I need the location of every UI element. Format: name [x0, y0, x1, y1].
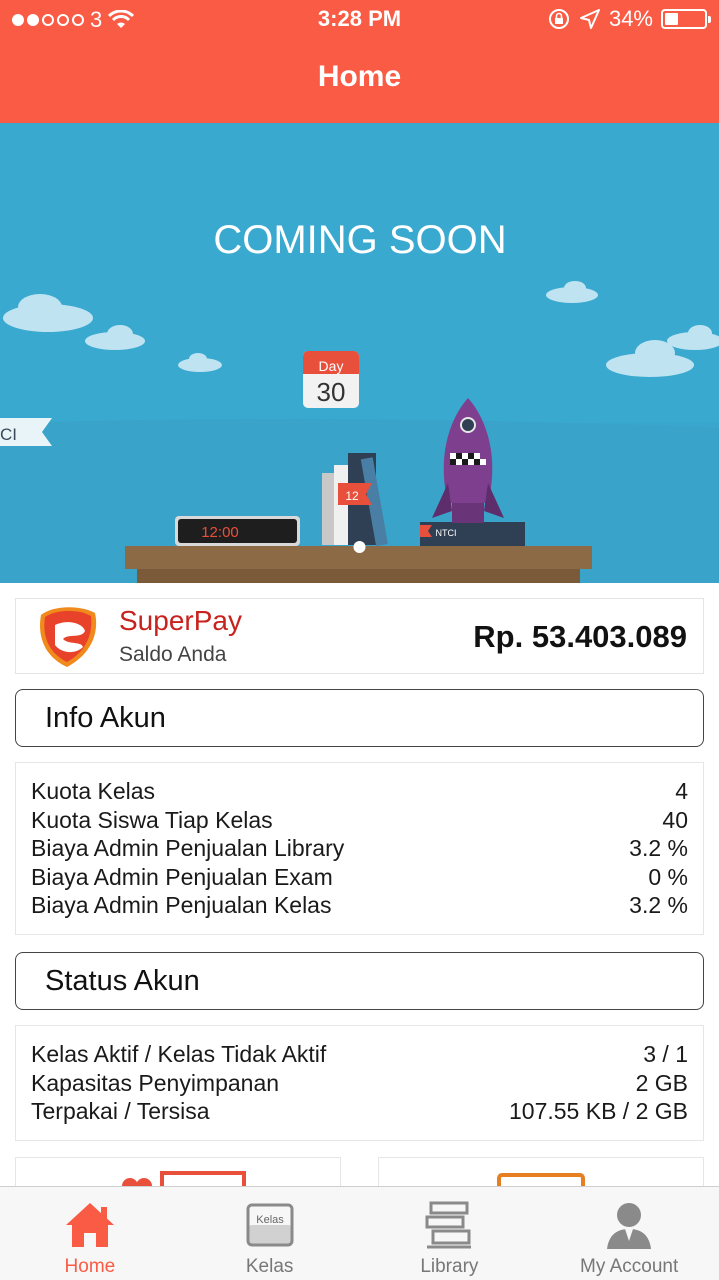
status-row-value: 3 / 1 — [643, 1041, 688, 1067]
superpay-logo-icon — [40, 607, 97, 667]
superpay-subtitle: Saldo Anda — [119, 643, 227, 666]
battery-icon — [661, 9, 711, 29]
status-akun-title: Status Akun — [45, 965, 200, 997]
info-akun-title: Info Akun — [45, 702, 166, 734]
calendar-icon: Day 30 — [303, 351, 359, 408]
kelas-icon-text: Kelas — [256, 1214, 284, 1226]
info-row-label: Kuota Kelas — [31, 778, 156, 804]
digital-clock: 12:00 — [175, 516, 300, 546]
superpay-name: SuperPay — [119, 605, 242, 636]
status-bar: 3 3:28 PM 34% — [0, 0, 719, 40]
tab-library[interactable]: Library — [360, 1187, 540, 1280]
status-row-label: Terpakai / Tersisa — [31, 1098, 210, 1125]
info-row-label: Kuota Siswa Tiap Kelas — [31, 806, 273, 833]
library-icon — [425, 1201, 472, 1249]
book-tag: 12 — [345, 489, 359, 503]
info-row: Biaya Admin Penjualan Kelas 3.2 % — [31, 891, 688, 920]
status-row: Terpakai / Tersisa 107.55 KB / 2 GB — [31, 1097, 688, 1126]
kelas-icon: Kelas — [246, 1203, 294, 1247]
flag-text: CI — [0, 425, 17, 444]
tab-label: Home — [64, 1256, 116, 1277]
clock-text: 12:00 — [201, 524, 239, 541]
tab-label: Library — [420, 1256, 479, 1277]
box: NTCI — [420, 522, 525, 546]
info-row: Biaya Admin Penjualan Exam 0 % — [31, 863, 688, 892]
superpay-balance: Rp. 53.403.089 — [473, 619, 687, 654]
superpay-card[interactable]: SuperPay Saldo Anda Rp. 53.403.089 — [15, 598, 704, 674]
info-row-label: Biaya Admin Penjualan Library — [31, 835, 345, 862]
calendar-label: Day — [319, 358, 344, 374]
status-row-value: 107.55 KB / 2 GB — [508, 1098, 688, 1125]
account-icon — [607, 1203, 652, 1249]
tab-label: My Account — [580, 1256, 679, 1277]
status-row: Kelas Aktif / Kelas Tidak Aktif 3 / 1 — [31, 1040, 688, 1069]
top-bar: 3 3:28 PM 34% Home — [0, 0, 719, 123]
promo-banner[interactable]: COMING SOON Day 30 CI 12:00 12 NTCI — [0, 123, 719, 583]
info-row-value: 40 — [662, 806, 688, 833]
status-akun-box: Kelas Aktif / Kelas Tidak Aktif 3 / 1 Ka… — [15, 1025, 704, 1141]
tab-bar: Home Kelas Kelas Library My Account — [0, 1186, 719, 1280]
status-row: Kapasitas Penyimpanan 2 GB — [31, 1069, 688, 1098]
info-row: Kuota Kelas 4 — [31, 777, 688, 806]
status-row-label: Kelas Aktif / Kelas Tidak Aktif — [31, 1041, 327, 1067]
info-row-value: 0 % — [648, 863, 688, 890]
tab-kelas[interactable]: Kelas Kelas — [180, 1187, 360, 1280]
battery-percent: 34% — [608, 6, 653, 31]
info-row-label: Biaya Admin Penjualan Exam — [31, 863, 333, 890]
info-row: Biaya Admin Penjualan Library 3.2 % — [31, 834, 688, 863]
calendar-day: 30 — [317, 377, 346, 407]
status-right: 34% — [547, 6, 711, 32]
tab-label: Kelas — [245, 1256, 294, 1277]
info-akun-header[interactable]: Info Akun — [15, 689, 704, 747]
info-row-value: 4 — [675, 778, 688, 804]
tab-home[interactable]: Home — [0, 1187, 180, 1280]
banner-headline: COMING SOON — [213, 218, 506, 262]
home-icon — [65, 1203, 114, 1247]
info-akun-box: Kuota Kelas 4 Kuota Siswa Tiap Kelas 4 0 … — [15, 762, 704, 935]
box-label: NTCI — [436, 528, 457, 538]
page-indicator-dot — [353, 541, 366, 553]
status-row-value: 2 GB — [635, 1069, 688, 1096]
location-icon — [579, 9, 600, 29]
info-row-value: 3.2 % — [629, 892, 688, 919]
info-row: Kuota Siswa Tiap Kelas 40 — [31, 806, 688, 835]
tab-my-account[interactable]: My Account — [539, 1187, 719, 1280]
banner-illustration: COMING SOON Day 30 CI 12:00 12 NTCI — [0, 123, 719, 583]
status-akun-header[interactable]: Status Akun — [15, 952, 704, 1010]
info-row-value: 3.2 % — [629, 835, 688, 862]
page-title: Home — [317, 60, 402, 93]
rotation-lock-icon — [548, 9, 569, 29]
status-row-label: Kapasitas Penyimpanan — [31, 1069, 280, 1096]
info-row-label: Biaya Admin Penjualan Kelas — [31, 892, 332, 919]
